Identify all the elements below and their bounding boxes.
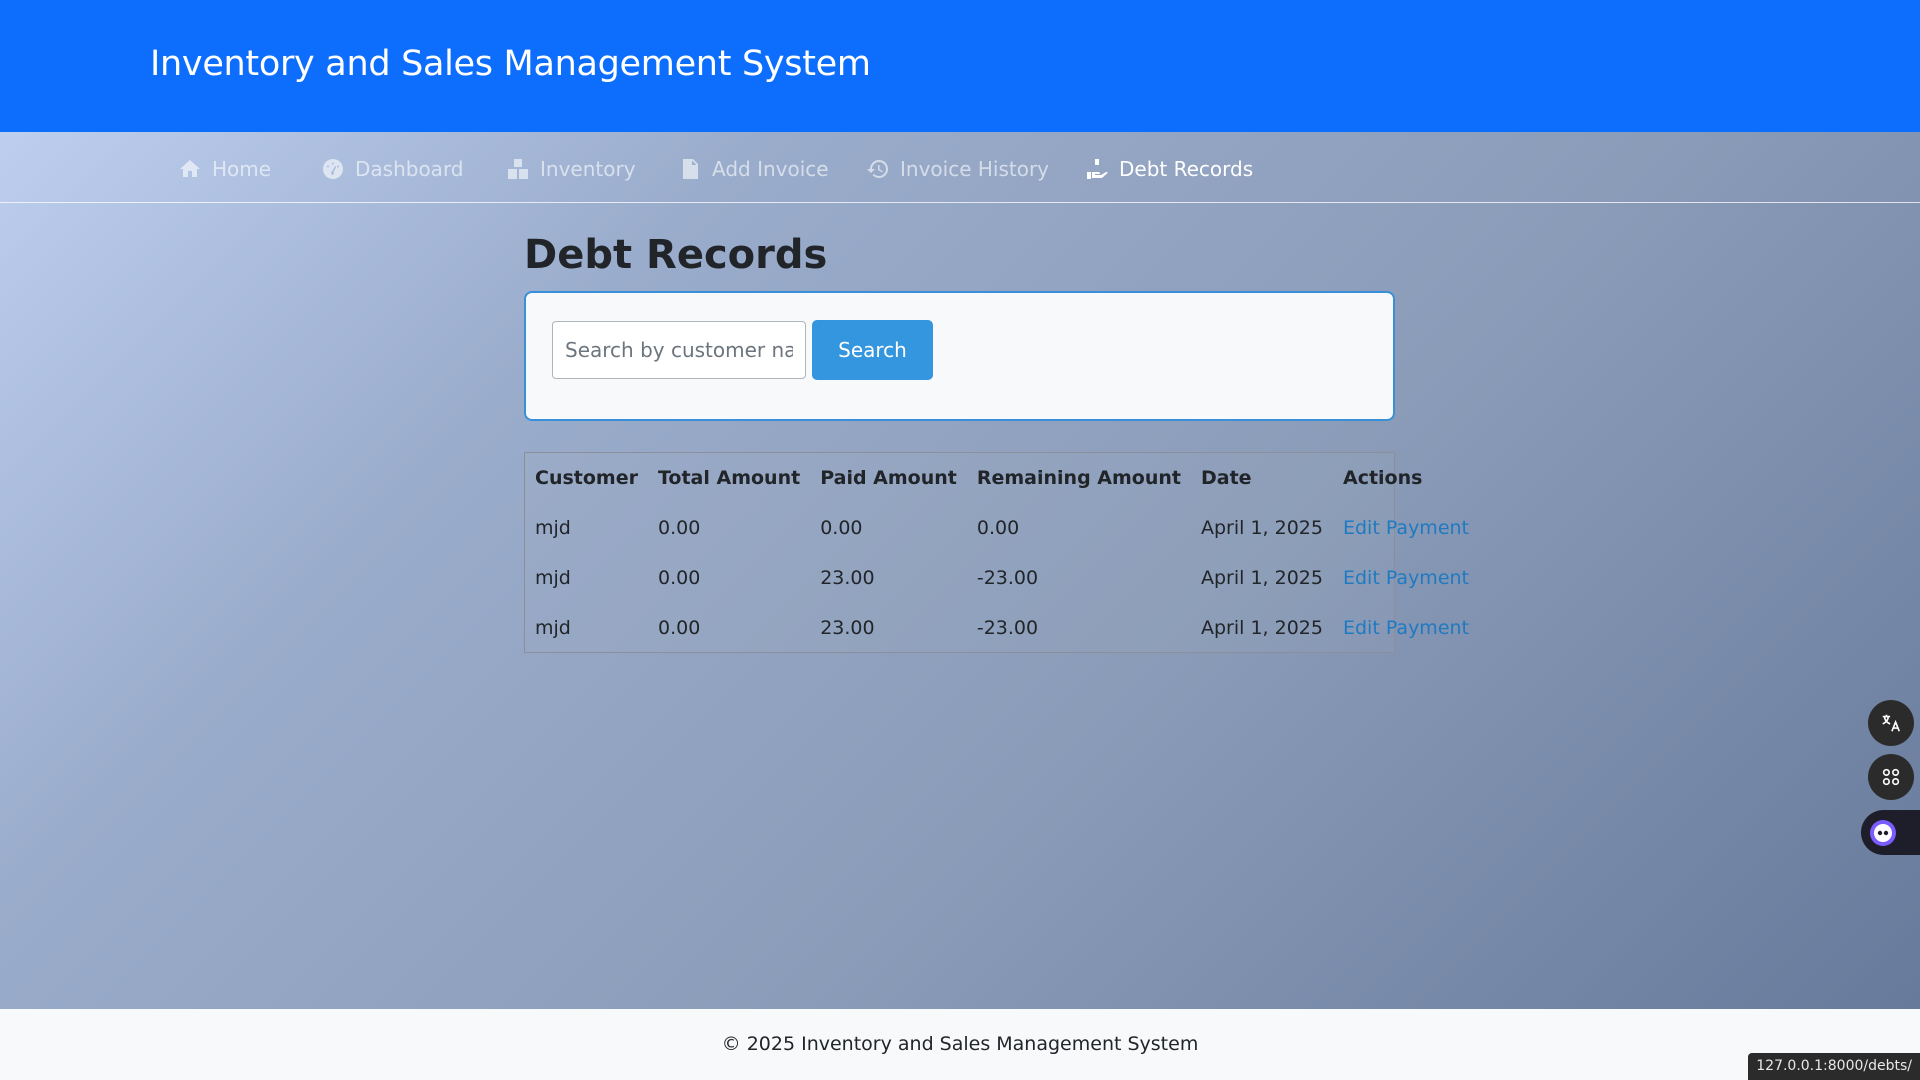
cell-paid-amount: 23.00 xyxy=(820,567,875,589)
search-input[interactable] xyxy=(552,321,806,379)
table-row: mjd 0.00 0.00 0.00 April 1, 2025 Edit Pa… xyxy=(525,503,1479,553)
cell-total-amount: 0.00 xyxy=(657,617,701,639)
nav-item-label: Dashboard xyxy=(355,157,464,181)
page-footer: © 2025 Inventory and Sales Management Sy… xyxy=(0,1009,1920,1080)
nav-item-label: Add Invoice xyxy=(712,157,829,181)
cell-customer: mjd xyxy=(535,617,571,639)
nav-item-dashboard[interactable]: Dashboard xyxy=(321,155,464,183)
nav-item-inventory[interactable]: Inventory xyxy=(506,155,636,183)
cell-total-amount: 0.00 xyxy=(657,517,701,539)
edit-payment-link[interactable]: Edit Payment xyxy=(1343,517,1469,539)
column-header-customer: Customer xyxy=(535,467,638,489)
assistant-icon xyxy=(1870,819,1896,846)
nav-item-invoice-history[interactable]: Invoice History xyxy=(866,155,1049,183)
footer-copyright: © 2025 Inventory and Sales Management Sy… xyxy=(721,1033,1199,1055)
translate-icon xyxy=(1882,714,1901,732)
cell-remaining-amount: 0.00 xyxy=(976,517,1020,539)
search-button[interactable]: Search xyxy=(812,320,933,380)
gauge-icon xyxy=(323,159,343,179)
nav-item-label: Debt Records xyxy=(1119,157,1254,181)
app-title: Inventory and Sales Management System xyxy=(150,44,871,84)
nav-item-add-invoice[interactable]: Add Invoice xyxy=(678,155,829,183)
column-header-remaining-amount: Remaining Amount xyxy=(976,467,1181,489)
home-icon xyxy=(180,160,200,177)
nav-item-home[interactable]: Home xyxy=(178,155,271,183)
boxes-icon xyxy=(508,159,528,179)
apps-grid-icon xyxy=(1882,768,1900,786)
cell-remaining-amount: -23.00 xyxy=(976,567,1039,589)
debt-table-container: Customer Total Amount Paid Amount Remain… xyxy=(524,452,1469,653)
cell-total-amount: 0.00 xyxy=(657,567,701,589)
search-card: Search xyxy=(524,291,1395,421)
nav-item-label: Invoice History xyxy=(900,157,1050,181)
nav-item-debt-records[interactable]: Debt Records xyxy=(1085,155,1253,183)
cell-remaining-amount: -23.00 xyxy=(976,617,1039,639)
cell-actions: Edit Payment xyxy=(1333,553,1479,603)
assistant-launcher[interactable] xyxy=(1861,810,1920,855)
app-header: Inventory and Sales Management System xyxy=(0,0,1920,132)
nav-item-label: Inventory xyxy=(540,157,636,181)
main-nav: Home Dashboard Inventory Add Invoice Inv… xyxy=(0,132,1920,203)
column-header-date: Date xyxy=(1200,467,1252,489)
cell-actions: Edit Payment xyxy=(1333,603,1479,653)
debt-table: Customer Total Amount Paid Amount Remain… xyxy=(525,453,1479,653)
cell-customer: mjd xyxy=(535,517,571,539)
page-title: Debt Records xyxy=(524,232,828,278)
column-header-total-amount: Total Amount xyxy=(657,467,801,489)
table-header-row: Customer Total Amount Paid Amount Remain… xyxy=(525,453,1479,503)
cell-paid-amount: 23.00 xyxy=(820,617,875,639)
edit-payment-link[interactable]: Edit Payment xyxy=(1343,617,1469,639)
invoice-icon xyxy=(683,159,698,179)
table-row: mjd 0.00 23.00 -23.00 April 1, 2025 Edit… xyxy=(525,553,1479,603)
hand-holding-icon xyxy=(1087,159,1108,179)
history-icon xyxy=(867,159,889,178)
column-header-paid-amount: Paid Amount xyxy=(820,467,957,489)
column-header-actions: Actions xyxy=(1342,467,1423,489)
edit-payment-link[interactable]: Edit Payment xyxy=(1343,567,1469,589)
cell-customer: mjd xyxy=(535,567,571,589)
nav-item-label: Home xyxy=(212,157,272,181)
cell-actions: Edit Payment xyxy=(1333,503,1479,553)
cell-paid-amount: 0.00 xyxy=(820,517,863,539)
apps-button[interactable] xyxy=(1868,754,1914,800)
cell-date: April 1, 2025 xyxy=(1200,567,1323,589)
table-row: mjd 0.00 23.00 -23.00 April 1, 2025 Edit… xyxy=(525,603,1479,653)
cell-date: April 1, 2025 xyxy=(1200,617,1323,639)
translate-button[interactable] xyxy=(1868,700,1914,746)
cell-date: April 1, 2025 xyxy=(1200,517,1323,539)
status-bar-url: 127.0.0.1:8000/debts/ xyxy=(1748,1053,1920,1080)
